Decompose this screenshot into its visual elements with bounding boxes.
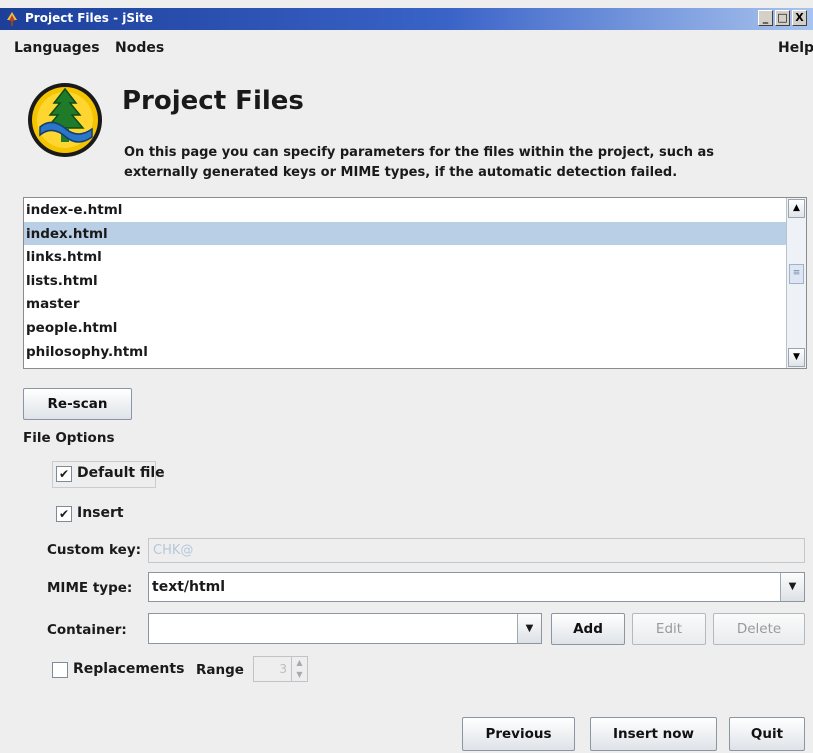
default-file-label: Default file [77, 465, 165, 481]
file-list-item-selected[interactable]: index.html [24, 221, 786, 246]
menu-bar: Languages Nodes Help [0, 30, 813, 68]
file-list-rows: index-e.html index.html links.html lists… [24, 198, 786, 363]
page-title: Project Files [122, 86, 304, 116]
file-list-scrollbar[interactable]: ▲ ≡ ▼ [786, 198, 806, 368]
menu-languages[interactable]: Languages [14, 40, 100, 56]
delete-container-button[interactable]: Delete [713, 613, 805, 645]
default-file-check-icon[interactable]: ✔ [56, 466, 72, 482]
mime-type-value: text/html [152, 579, 226, 595]
close-button[interactable]: X [792, 10, 807, 26]
file-list-item[interactable]: index-e.html [24, 198, 786, 222]
replacements-checkbox[interactable]: Replacements [52, 657, 187, 683]
insert-now-button[interactable]: Insert now [590, 717, 717, 751]
range-label: Range [196, 662, 244, 678]
chevron-down-icon[interactable]: ▼ [517, 614, 541, 643]
spin-up-icon[interactable]: ▲ [292, 657, 307, 669]
insert-checkbox[interactable]: ✔ Insert [56, 501, 136, 527]
file-list-item[interactable]: lists.html [24, 269, 786, 293]
chevron-down-icon[interactable]: ▼ [780, 573, 804, 601]
mime-type-label: MIME type: [47, 580, 133, 596]
range-spinner-buttons[interactable]: ▲ ▼ [291, 657, 307, 681]
insert-label: Insert [77, 505, 124, 521]
mime-type-select[interactable]: text/html ▼ [148, 572, 805, 602]
container-label: Container: [47, 622, 127, 638]
custom-key-label: Custom key: [47, 542, 142, 558]
jsite-app-icon [7, 12, 17, 26]
minimize-button[interactable]: _ [758, 10, 773, 26]
menu-help[interactable]: Help [778, 40, 813, 56]
quit-button[interactable]: Quit [729, 717, 805, 751]
range-value: 3 [279, 662, 287, 676]
file-list-item[interactable]: links.html [24, 245, 786, 269]
replacements-label: Replacements [73, 661, 185, 677]
spin-down-icon[interactable]: ▼ [292, 669, 307, 681]
file-list-item[interactable]: people.html [24, 316, 786, 340]
file-list[interactable]: index-e.html index.html links.html lists… [23, 197, 807, 369]
add-container-button[interactable]: Add [551, 613, 625, 645]
edit-container-button[interactable]: Edit [632, 613, 706, 645]
default-file-checkbox[interactable]: ✔ Default file [56, 461, 165, 487]
rescan-button[interactable]: Re-scan [23, 388, 132, 420]
container-select[interactable]: ▼ [148, 613, 542, 644]
window-title: Project Files - jSite [25, 11, 154, 25]
custom-key-field[interactable]: CHK@ [148, 538, 805, 563]
title-bar: Project Files - jSite _ □ X [0, 8, 813, 30]
menu-nodes[interactable]: Nodes [115, 40, 164, 56]
previous-button[interactable]: Previous [462, 717, 575, 751]
scroll-down-icon[interactable]: ▼ [788, 348, 805, 367]
file-list-item[interactable]: philosophy.html [24, 340, 786, 364]
file-options-label: File Options [23, 430, 115, 446]
scroll-up-icon[interactable]: ▲ [788, 199, 805, 218]
range-spinner[interactable]: 3 ▲ ▼ [253, 656, 308, 682]
maximize-button[interactable]: □ [775, 10, 790, 26]
replacements-check-icon[interactable] [52, 662, 68, 678]
insert-check-icon[interactable]: ✔ [56, 506, 72, 522]
page-description: On this page you can specify parameters … [124, 145, 714, 180]
jsite-logo-icon [28, 83, 102, 157]
scroll-thumb[interactable]: ≡ [789, 264, 804, 284]
file-list-item[interactable]: master [24, 292, 786, 316]
